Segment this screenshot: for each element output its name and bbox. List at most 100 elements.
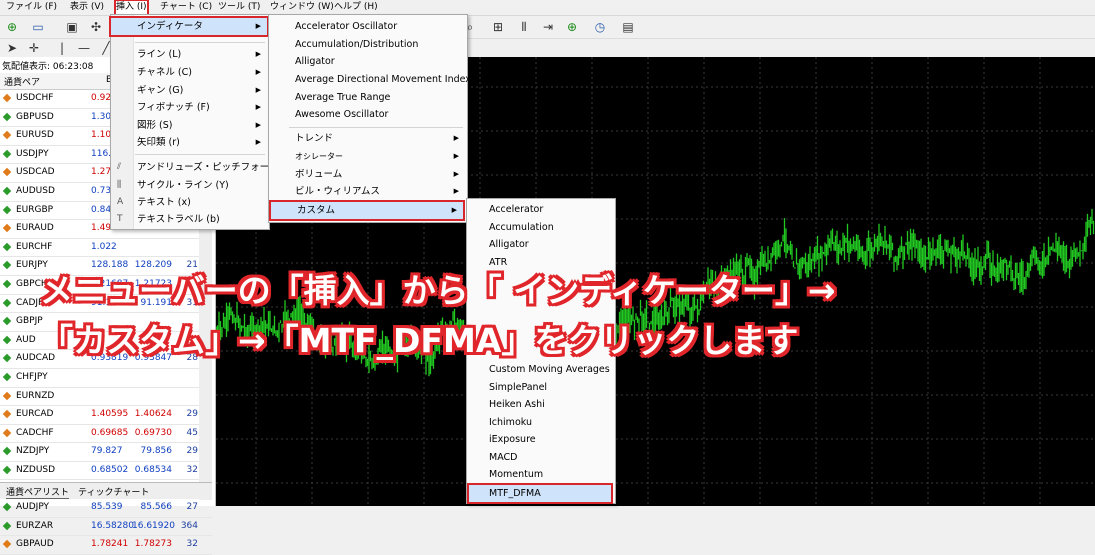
menu-item-iexposure[interactable]: iExposure — [467, 431, 613, 448]
symbol-name: USDCHF — [16, 93, 54, 103]
menu-window[interactable]: ウィンドウ (W) — [270, 1, 334, 14]
profiles-icon[interactable]: ▭ — [30, 19, 46, 35]
caption-line-2: 「カスタム」→「MTF_DFMA」をクリックします — [40, 321, 799, 360]
submenu-arrow-icon: ▶ — [255, 68, 261, 76]
menu-item-indicators[interactable]: インディケータ ▶ — [109, 16, 269, 37]
cursor-icon[interactable]: ➤ — [4, 40, 20, 56]
tab-symbols[interactable]: 通貨ペアリスト — [6, 485, 70, 499]
price-down-icon — [2, 409, 12, 419]
symbol-name: NZDJPY — [16, 446, 50, 457]
table-row[interactable]: NZDJPY 79.827 79.856 29 — [0, 443, 212, 462]
menu-item-shapes[interactable]: 図形 (S) ▶ — [111, 117, 267, 134]
table-row[interactable]: EURCHF 1.022 — [0, 239, 212, 258]
menu-view[interactable]: 表示 (V) — [70, 1, 104, 14]
crosshair-icon[interactable]: ✛ — [26, 40, 42, 56]
menu-item-bill-williams[interactable]: ビル・ウィリアムス ▶ — [269, 183, 465, 200]
table-row[interactable]: AUDJPY 85.539 85.566 27 — [0, 499, 212, 518]
menu-item-adx[interactable]: Average Directional Movement Index — [269, 71, 471, 88]
market-watch-time: 気配値表示: 06:23:08 — [2, 62, 94, 72]
indicators-submenu: Accelerator Oscillator Accumulation/Dist… — [268, 14, 471, 223]
ask-price: 0.68534 — [134, 464, 172, 475]
bid-price: 85.539 — [91, 502, 123, 513]
market-watch-icon[interactable]: ▣ — [64, 19, 80, 35]
menu-file[interactable]: ファイル (F) — [6, 1, 57, 14]
menu-chart[interactable]: チャート (C) — [160, 1, 212, 14]
submenu-arrow-icon: ▶ — [453, 187, 459, 195]
symbol-name: EURUSD — [16, 130, 54, 141]
auto-scroll-icon[interactable]: ⇥ — [540, 19, 556, 35]
menu-item-channel[interactable]: チャネル (C) ▶ — [111, 64, 267, 81]
menu-item-text-label[interactable]: T テキストラベル (b) — [111, 211, 267, 228]
table-row[interactable]: NZDUSD 0.68502 0.68534 32 — [0, 462, 212, 481]
menu-item-alligator-custom[interactable]: Alligator — [467, 236, 613, 253]
symbol-name: GBPUSD — [16, 111, 54, 122]
submenu-arrow-icon: ▶ — [453, 152, 459, 160]
menu-tools[interactable]: ツール (T) — [218, 1, 260, 14]
menu-item-custom-moving-averages[interactable]: Custom Moving Averages — [467, 361, 613, 378]
menu-item-arrows[interactable]: 矢印類 (r) ▶ — [111, 134, 267, 151]
table-row[interactable]: CHFJPY — [0, 369, 212, 388]
menu-item-momentum[interactable]: Momentum — [467, 466, 613, 483]
symbol-name: CADCHF — [16, 427, 54, 438]
ask-price: 79.856 — [140, 446, 173, 457]
table-row[interactable]: EURZAR 16.58280 16.61920 364 — [0, 518, 212, 537]
periods-icon[interactable]: ◷ — [592, 19, 608, 35]
menu-item-trend[interactable]: トレンド ▶ — [269, 130, 465, 147]
price-up-icon — [2, 316, 12, 326]
table-row[interactable]: GBPAUD 1.78241 1.78273 32 — [0, 536, 212, 555]
menu-insert[interactable]: 挿入 (I) — [114, 0, 149, 16]
menu-item-awesome-oscillator[interactable]: Awesome Oscillator — [269, 106, 465, 123]
menu-item-custom[interactable]: カスタム ▶ — [269, 200, 465, 221]
menu-item-accelerator-oscillator[interactable]: Accelerator Oscillator — [269, 18, 465, 35]
menu-item-accumulation[interactable]: Accumulation — [467, 219, 613, 236]
text-label-icon: T — [117, 214, 123, 224]
submenu-arrow-icon: ▶ — [255, 22, 261, 30]
menu-item-mtf-dfma[interactable]: MTF_DFMA — [467, 483, 613, 504]
menu-item-oscillators[interactable]: オシレーター ▶ — [269, 148, 465, 165]
navigator-icon[interactable]: ✣ — [88, 19, 104, 35]
bar-chart-icon[interactable]: ⫴ — [516, 19, 532, 35]
menu-item-cycle-lines[interactable]: ⫼ サイクル・ライン (Y) — [111, 177, 267, 194]
menu-item-simplepanel[interactable]: SimplePanel — [467, 379, 613, 396]
table-row[interactable]: CADCHF 0.69685 0.69730 45 — [0, 425, 212, 444]
menu-item-gann[interactable]: ギャン (G) ▶ — [111, 82, 267, 99]
table-row[interactable]: EURCAD 1.40595 1.40624 29 — [0, 406, 212, 425]
table-row[interactable]: EURNZD — [0, 388, 212, 407]
menu-item-pitchfork[interactable]: ⫽ アンドリューズ・ピッチフォーク (A) — [111, 159, 296, 176]
menu-item-accumulation-distribution[interactable]: Accumulation/Distribution — [269, 36, 465, 53]
menu-item-fibonacci[interactable]: フィボナッチ (F) ▶ — [111, 99, 267, 116]
spread-value: 29 — [186, 409, 198, 420]
price-up-icon — [2, 298, 12, 307]
spread-value: 32 — [186, 539, 198, 550]
menu-item-accelerator[interactable]: Accelerator — [467, 201, 613, 218]
price-up-icon — [2, 354, 12, 363]
menu-item-volumes[interactable]: ボリューム ▶ — [269, 166, 465, 183]
submenu-arrow-icon: ▶ — [451, 206, 457, 214]
spread-value: 27 — [186, 502, 198, 513]
menu-item-text[interactable]: A テキスト (x) — [111, 194, 267, 211]
col-symbol-header[interactable]: 通貨ペア — [4, 75, 40, 88]
horizontal-line-icon[interactable]: — — [76, 40, 92, 56]
submenu-arrow-icon: ▶ — [255, 121, 261, 129]
symbol-name: AUDUSD — [16, 185, 55, 196]
grid-icon[interactable]: ⊞ — [490, 19, 506, 35]
vertical-line-icon[interactable]: | — [54, 40, 70, 56]
bid-price: 1.78241 — [91, 539, 129, 550]
menu-item-heiken-ashi[interactable]: Heiken Ashi — [467, 396, 613, 413]
menu-item-atr[interactable]: Average True Range — [269, 89, 465, 106]
menu-item-alligator[interactable]: Alligator — [269, 53, 465, 70]
menu-item-line[interactable]: ライン (L) ▶ — [111, 46, 267, 63]
new-chart-icon[interactable]: ⊕ — [4, 19, 20, 35]
cycle-lines-icon: ⫼ — [117, 180, 122, 190]
pitchfork-icon: ⫽ — [117, 162, 122, 172]
menu-item-ichimoku[interactable]: Ichimoku — [467, 414, 613, 431]
menu-help[interactable]: ヘルプ (H) — [334, 1, 378, 14]
price-down-icon — [2, 428, 12, 437]
submenu-arrow-icon: ▶ — [255, 50, 261, 58]
indicators-icon[interactable]: ⊕ — [564, 19, 580, 35]
submenu-arrow-icon: ▶ — [255, 103, 261, 111]
menu-item-macd[interactable]: MACD — [467, 449, 613, 466]
tab-tick-chart[interactable]: ティックチャート — [78, 485, 149, 498]
submenu-arrow-icon: ▶ — [453, 134, 459, 142]
templates-icon[interactable]: ▤ — [620, 19, 636, 35]
